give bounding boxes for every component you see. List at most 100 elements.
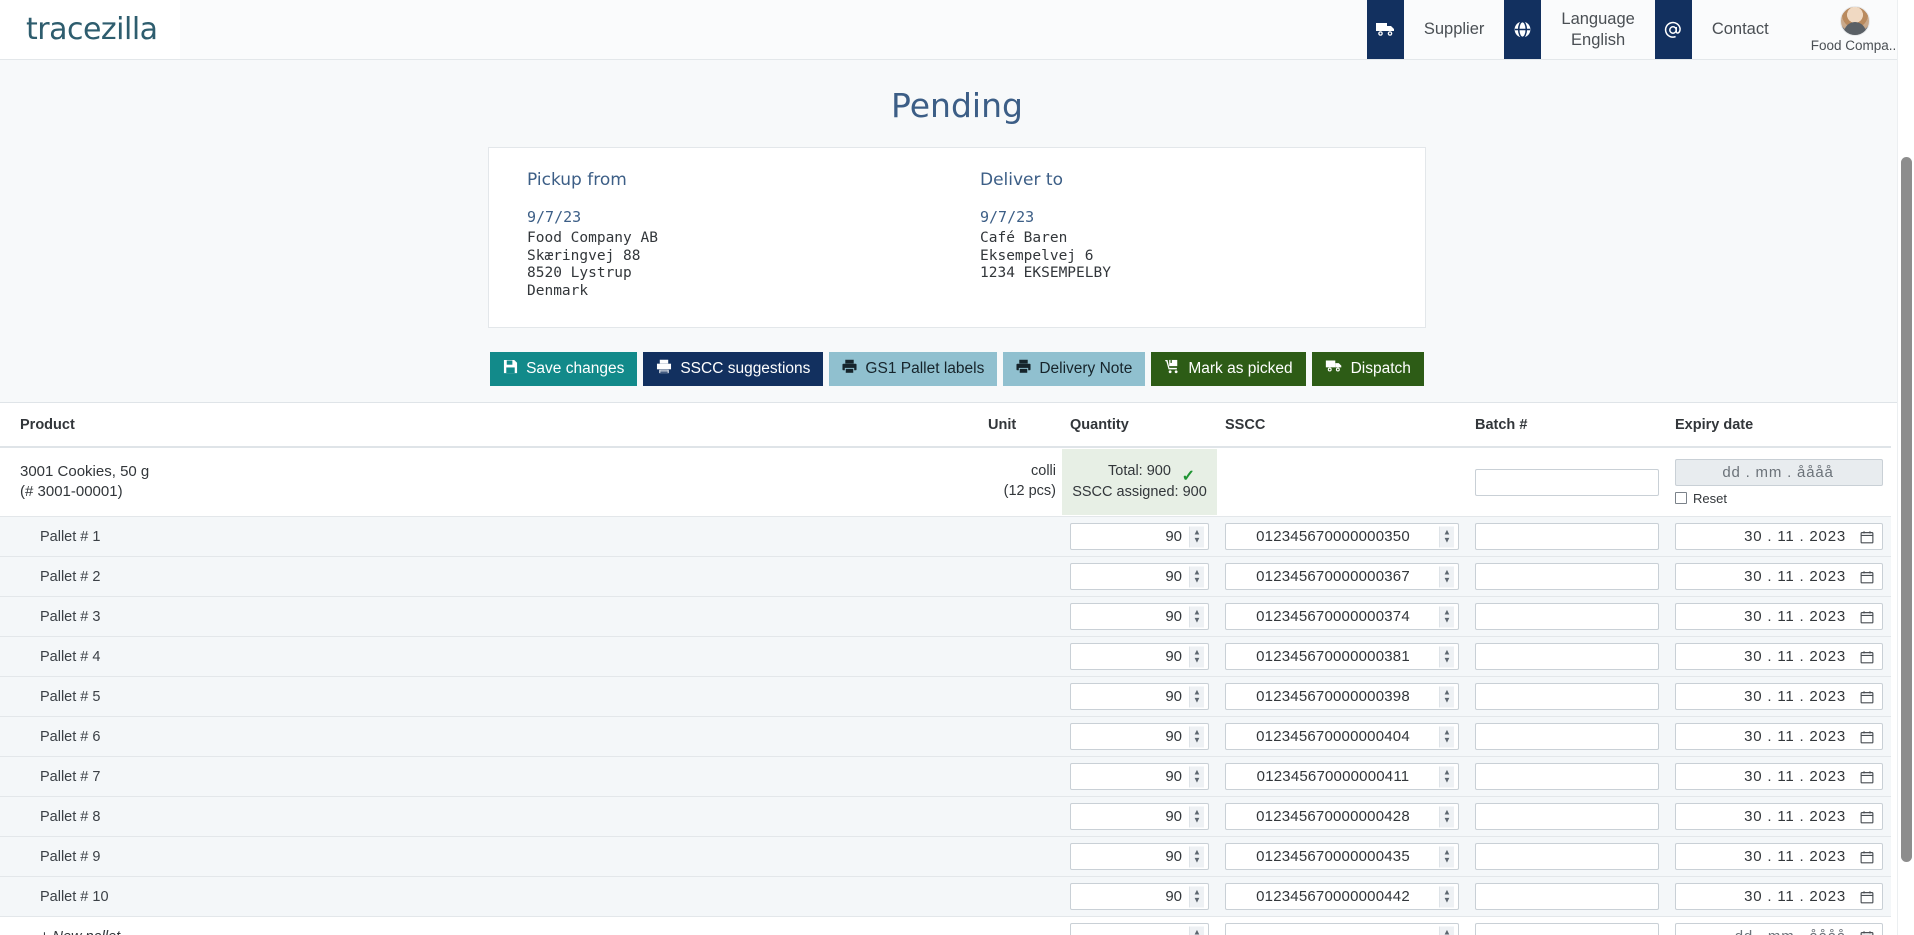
spinner-buttons[interactable]: ▲▼	[1189, 886, 1204, 907]
pallet-expiry-date-input[interactable]: 30 . 11 . 2023	[1675, 763, 1883, 790]
spinner-down[interactable]: ▼	[1193, 537, 1201, 545]
expiry-date-input[interactable]: dd . mm . åååå	[1675, 459, 1883, 486]
spinner-up[interactable]: ▲	[1193, 929, 1201, 935]
nav-item-contact[interactable]: Contact	[1655, 0, 1789, 59]
spinner-buttons[interactable]: ▲▼	[1189, 726, 1204, 747]
pallet-expiry-date-input[interactable]: 30 . 11 . 2023	[1675, 563, 1883, 590]
pallet-sscc-input[interactable]	[1225, 683, 1459, 710]
spinner-down[interactable]: ▼	[1443, 657, 1451, 665]
new-pallet-sscc-input[interactable]	[1225, 923, 1459, 935]
pallet-sscc-cell: ▲▼	[1217, 717, 1467, 757]
delivery-note-button[interactable]: Delivery Note	[1003, 352, 1145, 386]
printer-icon	[842, 359, 857, 379]
spinner-down[interactable]: ▼	[1193, 777, 1201, 785]
save-changes-button[interactable]: Save changes	[490, 352, 637, 386]
mark-as-picked-button[interactable]: Mark as picked	[1151, 352, 1305, 386]
new-pallet-expiry-date-input[interactable]: dd . mm . åååå	[1675, 923, 1883, 935]
spinner-down[interactable]: ▼	[1193, 617, 1201, 625]
spinner-down[interactable]: ▼	[1193, 577, 1201, 585]
pallet-batch-input[interactable]	[1475, 603, 1659, 630]
scrollbar-thumb[interactable]	[1901, 157, 1912, 862]
spinner-down[interactable]: ▼	[1193, 897, 1201, 905]
spinner-buttons[interactable]: ▲▼	[1439, 766, 1454, 787]
pallet-sscc-input[interactable]	[1225, 523, 1459, 550]
spinner-down[interactable]: ▼	[1193, 737, 1201, 745]
pallet-quantity-cell: ▲▼	[1062, 757, 1217, 797]
pallet-sscc-input[interactable]	[1225, 803, 1459, 830]
spinner-buttons[interactable]: ▲▼	[1189, 766, 1204, 787]
print-icon	[656, 359, 672, 379]
pallet-batch-input[interactable]	[1475, 523, 1659, 550]
pallet-batch-input[interactable]	[1475, 763, 1659, 790]
pallet-expiry-date-input[interactable]: 30 . 11 . 2023	[1675, 883, 1883, 910]
spinner-down[interactable]: ▼	[1443, 777, 1451, 785]
new-pallet-link[interactable]: + New pallet	[0, 918, 980, 935]
spinner-buttons[interactable]: ▲▼	[1189, 526, 1204, 547]
pallet-expiry-date-input[interactable]: 30 . 11 . 2023	[1675, 603, 1883, 630]
spinner-down[interactable]: ▼	[1443, 897, 1451, 905]
spinner-down[interactable]: ▼	[1443, 537, 1451, 545]
pallet-sscc-input[interactable]	[1225, 603, 1459, 630]
spinner-buttons[interactable]: ▲▼	[1439, 606, 1454, 627]
nav-item-supplier[interactable]: Supplier	[1367, 0, 1505, 59]
reset-expiry-checkbox[interactable]: Reset	[1675, 491, 1883, 506]
spinner-buttons[interactable]: ▲▼	[1189, 806, 1204, 827]
batch-input[interactable]	[1475, 469, 1659, 496]
pallet-expiry-date-input[interactable]: 30 . 11 . 2023	[1675, 683, 1883, 710]
gs1-pallet-labels-button[interactable]: GS1 Pallet labels	[829, 352, 997, 386]
spinner-buttons[interactable]: ▲▼	[1439, 806, 1454, 827]
pallet-unit-cell	[980, 637, 1062, 677]
spinner-down[interactable]: ▼	[1443, 817, 1451, 825]
spinner-down[interactable]: ▼	[1443, 617, 1451, 625]
dispatch-button[interactable]: Dispatch	[1312, 352, 1424, 386]
spinner-down[interactable]: ▼	[1443, 857, 1451, 865]
pallet-batch-input[interactable]	[1475, 883, 1659, 910]
page-scrollbar[interactable]	[1897, 0, 1914, 935]
pallet-expiry-date-input[interactable]: 30 . 11 . 2023	[1675, 523, 1883, 550]
spinner-down[interactable]: ▼	[1193, 817, 1201, 825]
pallet-expiry-date-input[interactable]: 30 . 11 . 2023	[1675, 723, 1883, 750]
sscc-suggestions-button[interactable]: SSCC suggestions	[643, 352, 823, 386]
spinner-buttons[interactable]: ▲▼	[1439, 526, 1454, 547]
pallet-sscc-input[interactable]	[1225, 563, 1459, 590]
pallet-sscc-input[interactable]	[1225, 643, 1459, 670]
pallet-batch-input[interactable]	[1475, 643, 1659, 670]
spinner-buttons[interactable]: ▲▼	[1439, 646, 1454, 667]
user-menu[interactable]: Food Compa...	[1789, 0, 1914, 59]
pallet-expiry-date-input[interactable]: 30 . 11 . 2023	[1675, 803, 1883, 830]
spinner-buttons[interactable]: ▲▼	[1189, 846, 1204, 867]
pallet-unit-cell	[980, 877, 1062, 917]
pallet-batch-input[interactable]	[1475, 843, 1659, 870]
spinner-buttons[interactable]: ▲▼	[1439, 846, 1454, 867]
spinner-buttons[interactable]: ▲▼	[1189, 646, 1204, 667]
spinner-down[interactable]: ▼	[1193, 857, 1201, 865]
pallet-sscc-input[interactable]	[1225, 763, 1459, 790]
pallet-batch-input[interactable]	[1475, 563, 1659, 590]
spinner-buttons[interactable]: ▲▼	[1439, 686, 1454, 707]
pallet-sscc-input[interactable]	[1225, 843, 1459, 870]
pallet-sscc-input[interactable]	[1225, 723, 1459, 750]
pallet-expiry-date-input[interactable]: 30 . 11 . 2023	[1675, 843, 1883, 870]
spinner-buttons[interactable]: ▲▼	[1439, 886, 1454, 907]
spinner-buttons[interactable]: ▲▼	[1189, 606, 1204, 627]
spinner-up[interactable]: ▲	[1443, 929, 1451, 935]
pallet-batch-input[interactable]	[1475, 723, 1659, 750]
spinner-buttons[interactable]: ▲▼	[1189, 566, 1204, 587]
spinner-buttons[interactable]: ▲▼	[1189, 926, 1204, 935]
spinner-down[interactable]: ▼	[1193, 697, 1201, 705]
brand-logo[interactable]: tracezilla	[0, 0, 180, 59]
spinner-buttons[interactable]: ▲▼	[1189, 686, 1204, 707]
nav-item-language[interactable]: Language English	[1504, 0, 1654, 59]
pallet-batch-input[interactable]	[1475, 683, 1659, 710]
pallet-sscc-input[interactable]	[1225, 883, 1459, 910]
pallet-batch-input[interactable]	[1475, 803, 1659, 830]
pallet-expiry-date-input[interactable]: 30 . 11 . 2023	[1675, 643, 1883, 670]
spinner-buttons[interactable]: ▲▼	[1439, 566, 1454, 587]
spinner-down[interactable]: ▼	[1193, 657, 1201, 665]
spinner-down[interactable]: ▼	[1443, 697, 1451, 705]
spinner-down[interactable]: ▼	[1443, 737, 1451, 745]
spinner-down[interactable]: ▼	[1443, 577, 1451, 585]
spinner-buttons[interactable]: ▲▼	[1439, 926, 1454, 935]
spinner-buttons[interactable]: ▲▼	[1439, 726, 1454, 747]
new-pallet-batch-input[interactable]	[1475, 923, 1659, 935]
